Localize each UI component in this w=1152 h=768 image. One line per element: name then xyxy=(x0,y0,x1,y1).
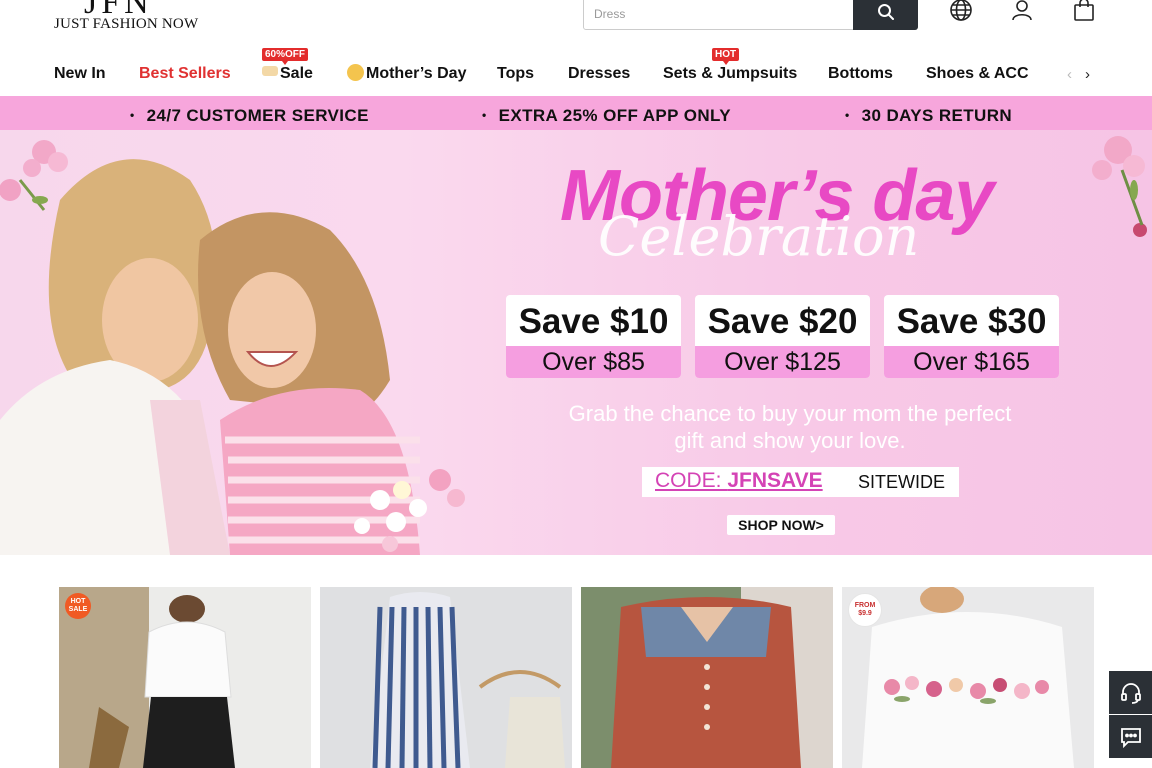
coupon-amount: Save $20 xyxy=(707,302,858,341)
logo-subtitle: JUST FASHION NOW xyxy=(54,16,199,32)
promo-code-scope: SITEWIDE xyxy=(858,472,946,492)
bullet-icon: • xyxy=(482,108,487,122)
promo-code-value: JFNSAVE xyxy=(727,469,823,492)
nav-item-dresses[interactable]: Dresses xyxy=(568,62,630,86)
hero-banner[interactable]: Mother’s day Celebration Save $10 Over $… xyxy=(0,130,1152,555)
hero-tagline: Grab the chance to buy your mom the perf… xyxy=(568,401,1012,453)
nav-item-sets-label: Sets & Jumpsuits xyxy=(663,65,798,82)
product-card[interactable]: FROM $9.9 xyxy=(842,587,1094,768)
customer-service-button[interactable] xyxy=(1109,671,1152,714)
sale-badge: 60%OFF xyxy=(262,48,309,65)
product-card[interactable] xyxy=(581,587,833,768)
coupon-amount: Save $30 xyxy=(896,302,1047,341)
hand-icon xyxy=(262,66,278,76)
main-nav: New In Best Sellers 60%OFF Sale Mother’s… xyxy=(0,48,1152,88)
product-image xyxy=(320,587,572,768)
hero-photo xyxy=(0,140,465,555)
hot-badge: HOT xyxy=(712,48,740,65)
globe-icon[interactable] xyxy=(948,0,974,24)
coupon-save-30[interactable]: Save $30 Over $165 xyxy=(884,295,1059,378)
search-icon xyxy=(877,4,894,20)
coupon-threshold: Over $165 xyxy=(884,346,1059,378)
product-image xyxy=(581,587,833,768)
nav-item-new-in[interactable]: New In xyxy=(54,62,106,86)
nav-item-mothers-day-label: Mother’s Day xyxy=(366,65,467,82)
nav-item-mothers-day[interactable]: Mother’s Day xyxy=(347,62,466,86)
coupon-threshold: Over $125 xyxy=(695,346,870,378)
bullet-icon: • xyxy=(130,108,135,122)
coupon-save-10[interactable]: Save $10 Over $85 xyxy=(506,295,681,378)
brand-logo[interactable]: JFN JUST FASHION NOW xyxy=(54,0,214,34)
user-icon[interactable] xyxy=(1009,0,1035,24)
flower-decoration xyxy=(1092,136,1147,237)
product-image xyxy=(59,587,311,768)
search-bar xyxy=(583,0,918,30)
chat-icon xyxy=(1120,727,1141,748)
promo-code: CODE: JFNSAVE xyxy=(655,469,823,492)
nav-item-shoes-acc[interactable]: Shoes & ACC xyxy=(926,62,1029,86)
nav-item-sale-label: Sale xyxy=(280,65,313,82)
coupon-save-20[interactable]: Save $20 Over $125 xyxy=(695,295,870,378)
nav-item-best-sellers[interactable]: Best Sellers xyxy=(139,62,231,86)
nav-item-sets-jumpsuits[interactable]: HOT Sets & Jumpsuits xyxy=(663,48,798,86)
hero-script-title: Celebration xyxy=(598,205,920,268)
chat-button[interactable] xyxy=(1109,715,1152,758)
nav-item-tops[interactable]: Tops xyxy=(497,62,534,86)
promo-code-box[interactable]: CODE: JFNSAVE SITEWIDE xyxy=(642,467,959,497)
coupon-amount: Save $10 xyxy=(518,302,669,341)
promo-strip: • 24/7 CUSTOMER SERVICE • EXTRA 25% OFF AP… xyxy=(0,96,1152,130)
bag-icon[interactable] xyxy=(1071,0,1097,24)
site-header: JFN JUST FASHION NOW Ne xyxy=(0,0,1152,96)
mother-emoji-icon xyxy=(347,64,364,81)
nav-item-bottoms[interactable]: Bottoms xyxy=(828,62,893,86)
product-badge: FROM $9.9 xyxy=(848,593,882,627)
shop-now-button[interactable]: SHOP NOW> xyxy=(727,515,835,535)
bullet-icon: • xyxy=(845,108,850,122)
search-input[interactable] xyxy=(584,0,854,29)
product-card[interactable]: HOT SALE xyxy=(59,587,311,768)
coupon-threshold: Over $85 xyxy=(506,346,681,378)
product-card[interactable] xyxy=(320,587,572,768)
product-badge: HOT SALE xyxy=(65,593,91,619)
nav-prev-arrow[interactable]: ‹ xyxy=(1067,66,1072,83)
search-button[interactable] xyxy=(853,0,918,30)
nav-item-sale[interactable]: 60%OFF Sale xyxy=(262,48,313,86)
headset-icon xyxy=(1120,682,1141,704)
nav-next-arrow[interactable]: › xyxy=(1085,66,1090,83)
